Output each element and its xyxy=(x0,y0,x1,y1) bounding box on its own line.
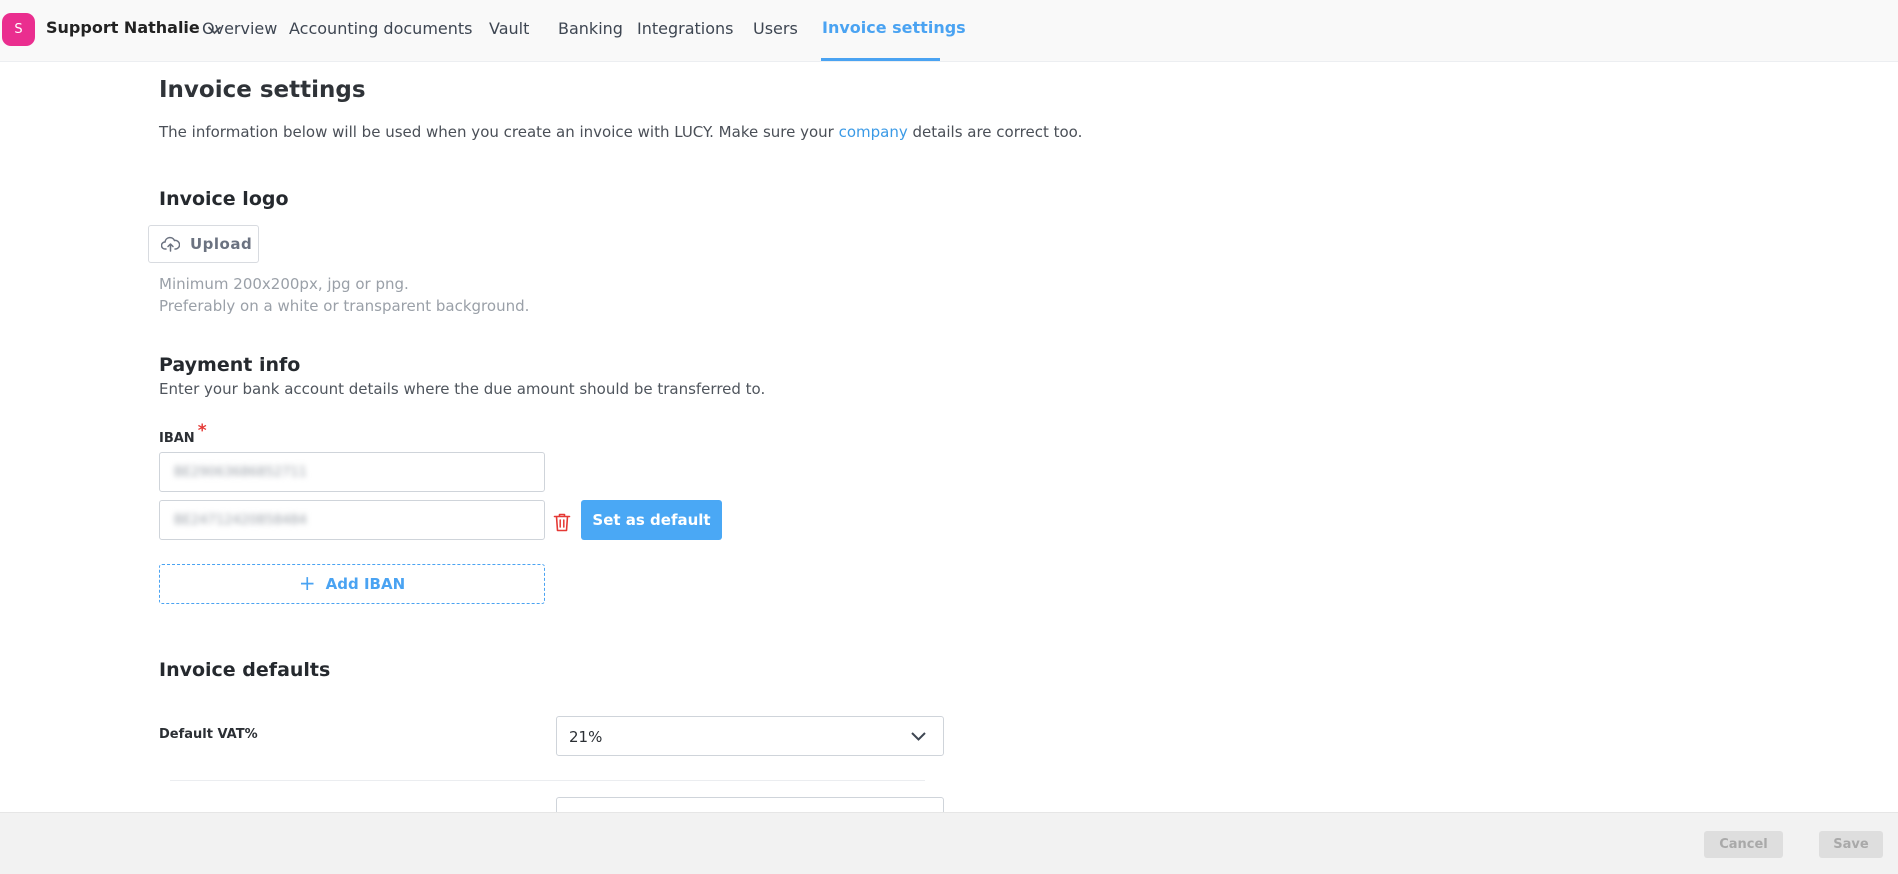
upload-logo-button[interactable]: Upload xyxy=(148,225,259,263)
invoice-logo-heading: Invoice logo xyxy=(159,188,289,210)
iban-label: IBAN * xyxy=(159,421,207,447)
payment-info-description: Enter your bank account details where th… xyxy=(159,380,766,398)
default-vat-value: 21% xyxy=(569,728,603,746)
iban-value-2: BE24712420858484 xyxy=(174,513,307,528)
payment-info-heading: Payment info xyxy=(159,354,301,376)
plus-icon: + xyxy=(298,571,316,595)
nav-vault[interactable]: Vault xyxy=(489,19,529,38)
save-button[interactable]: Save xyxy=(1819,831,1883,858)
cloud-upload-icon xyxy=(161,236,180,252)
account-name: Support Nathalie xyxy=(46,18,200,37)
nav-accounting-documents[interactable]: Accounting documents xyxy=(289,19,473,38)
active-tab-indicator xyxy=(821,58,940,61)
default-vat-label: Default VAT% xyxy=(159,727,258,742)
intro-text-end: details are correct too. xyxy=(907,123,1083,141)
iban-input-1[interactable]: BE29063686852711 xyxy=(159,452,545,492)
nav-invoice-settings[interactable]: Invoice settings xyxy=(822,18,966,37)
account-switcher[interactable]: Support Nathalie xyxy=(46,18,222,37)
invoice-defaults-heading: Invoice defaults xyxy=(159,659,331,681)
page-intro: The information below will be used when … xyxy=(159,123,1082,141)
nav-integrations[interactable]: Integrations xyxy=(637,19,734,38)
chevron-down-icon xyxy=(911,732,926,741)
nav-banking[interactable]: Banking xyxy=(558,19,623,38)
company-link[interactable]: company xyxy=(839,123,908,141)
account-avatar[interactable]: S xyxy=(2,13,35,46)
set-as-default-button[interactable]: Set as default xyxy=(581,500,722,540)
nav-overview[interactable]: Overview xyxy=(202,19,277,38)
iban-label-text: IBAN xyxy=(159,431,195,446)
add-iban-label: Add IBAN xyxy=(325,575,406,593)
nav-users[interactable]: Users xyxy=(753,19,798,38)
logo-hint-size: Minimum 200x200px, jpg or png. xyxy=(159,275,409,293)
footer-action-bar: Cancel Save xyxy=(0,812,1898,874)
page-title: Invoice settings xyxy=(159,77,366,103)
intro-text-start: The information below will be used when … xyxy=(159,123,839,141)
trash-icon[interactable] xyxy=(553,512,571,532)
divider xyxy=(170,780,925,781)
iban-value-1: BE29063686852711 xyxy=(174,465,307,480)
iban-input-2[interactable]: BE24712420858484 xyxy=(159,500,545,540)
add-iban-button[interactable]: + Add IBAN xyxy=(159,564,545,604)
default-vat-select[interactable]: 21% xyxy=(556,716,944,756)
logo-hint-background: Preferably on a white or transparent bac… xyxy=(159,297,530,315)
top-navigation: S Support Nathalie Overview Accounting d… xyxy=(0,0,1898,62)
cancel-button[interactable]: Cancel xyxy=(1704,831,1783,858)
upload-label: Upload xyxy=(190,235,253,253)
required-marker: * xyxy=(197,421,207,441)
